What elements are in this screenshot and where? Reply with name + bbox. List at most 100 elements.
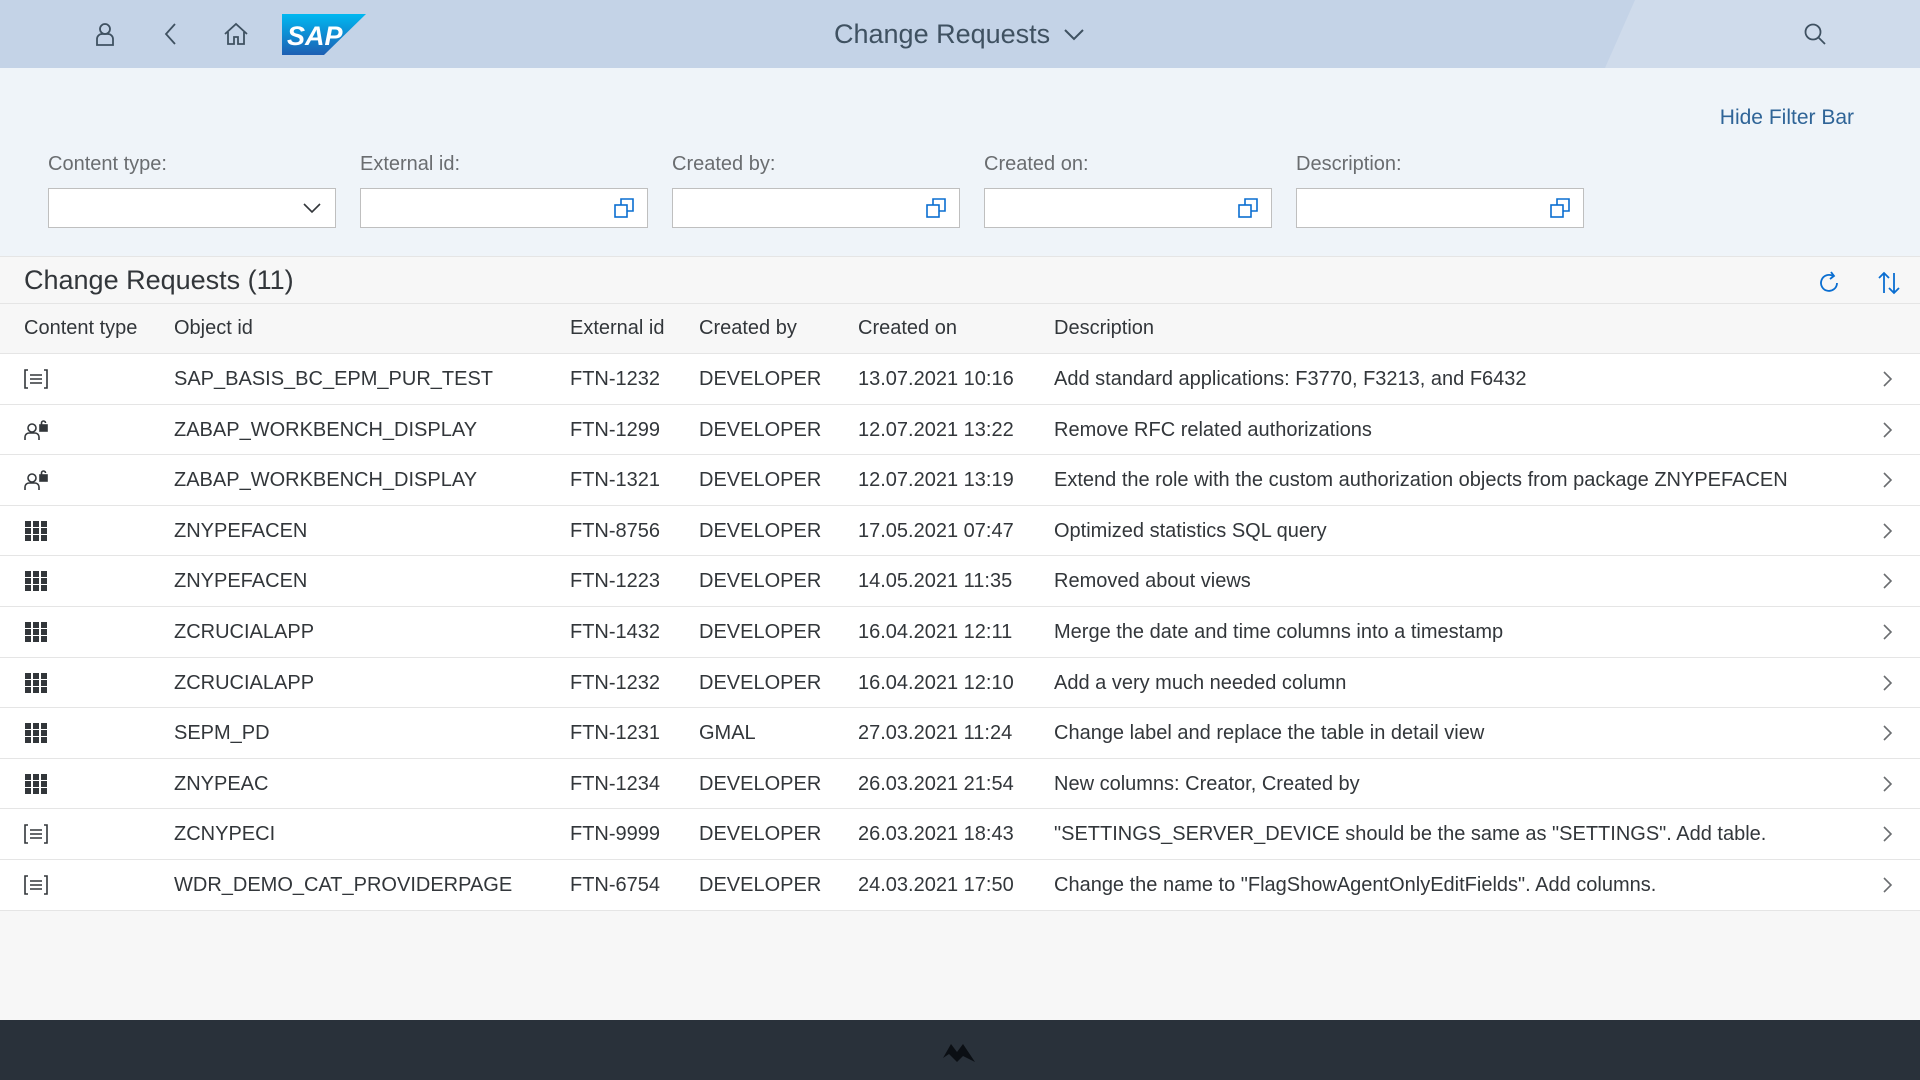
chevron-right-icon[interactable] [1878,824,1896,844]
created-on-input[interactable] [984,188,1272,228]
column-header-created-on[interactable]: Created on [858,317,957,340]
app-grid-icon [23,721,49,745]
description-cell: Removed about views [1054,570,1251,593]
description-cell: Change label and replace the table in de… [1054,722,1485,745]
object-id-cell: ZCRUCIALAPP [174,620,315,643]
object-id-cell: SAP_BASIS_BC_EPM_PUR_TEST [174,368,494,390]
chevron-right-icon[interactable] [1878,571,1896,591]
app-grid-icon [23,519,49,543]
description-cell: Add standard applications: F3770, F3213,… [1054,368,1527,390]
filter-label: Created by: [672,153,776,175]
chevron-right-icon[interactable] [1878,622,1896,642]
filter-label: Content type: [48,153,167,175]
app-title-menu[interactable]: Change Requests [834,16,1086,52]
app-grid-icon [23,671,49,695]
sap-logo[interactable]: SAP [282,14,366,55]
description-cell: "SETTINGS_SERVER_DEVICE should be the sa… [1054,823,1767,846]
column-header-external-id[interactable]: External id [570,317,665,340]
filter-content-type: Content type: [48,153,336,228]
object-id-cell: ZABAP_WORKBENCH_DISPLAY [174,418,478,441]
user-button[interactable] [85,14,125,54]
created-by-cell: DEVELOPER [699,469,822,492]
filter-label: External id: [360,153,461,175]
table-row[interactable]: ZNYPEAC FTN-1234 DEVELOPER 26.03.2021 21:54… [0,758,1920,810]
value-help-icon[interactable] [613,197,635,219]
table-row[interactable]: ZABAP_WORKBENCH_DISPLAY FTN-1299 DEVELOPER… [0,404,1920,456]
sort-icon [1878,271,1900,295]
external-id-cell: FTN-6754 [570,873,661,896]
svg-text:SAP: SAP [287,21,344,51]
value-help-icon[interactable] [925,197,947,219]
refresh-button[interactable] [1811,265,1847,301]
external-id-cell: FTN-1232 [570,671,661,694]
content-type-select[interactable] [48,188,336,228]
table-row[interactable]: ZCRUCIALAPP FTN-1232 DEVELOPER 16.04.2021 1… [0,657,1920,709]
table-title: Change Requests (11) [24,265,294,295]
sort-button[interactable] [1871,265,1907,301]
created-on-cell: 26.03.2021 18:43 [858,823,1014,846]
search-icon [1804,23,1826,45]
chevron-right-icon[interactable] [1878,875,1896,895]
column-header-created-by[interactable]: Created by [699,317,797,340]
chevron-right-icon[interactable] [1878,521,1896,541]
description-cell: Extend the role with the custom authoriz… [1054,469,1788,492]
value-help-icon[interactable] [1549,197,1571,219]
chevron-right-icon[interactable] [1878,470,1896,490]
created-by-input[interactable] [672,188,960,228]
table-row[interactable]: ZCNYPECI FTN-9999 DEVELOPER 26.03.2021 18:4… [0,809,1920,860]
table-header: Content type Object id External id Creat… [0,304,1920,354]
external-id-cell: FTN-1223 [570,570,661,593]
table-row[interactable]: SEPM_PD FTN-1231 GMAL 27.03.2021 11:24 Chang… [0,708,1920,759]
object-id-cell: ZCRUCIALAPP [174,671,315,694]
footer-logo-icon [941,1040,977,1064]
table-row[interactable]: ZNYPEFACEN FTN-8756 DEVELOPER 17.05.2021 07… [0,505,1920,557]
created-on-cell: 13.07.2021 10:16 [858,368,1014,390]
table-row[interactable]: ZNYPEFACEN FTN-1223 DEVELOPER 14.05.2021 11… [0,556,1920,607]
chevron-down-icon[interactable] [301,197,323,219]
change-requests-table: Change Requests (11) Content type Object… [0,257,1920,911]
external-id-cell: FTN-1432 [570,620,661,643]
external-id-input[interactable] [360,188,648,228]
created-on-cell: 16.04.2021 12:10 [858,671,1014,694]
refresh-icon [1820,271,1838,292]
external-id-cell: FTN-8756 [570,519,661,542]
chevron-right-icon[interactable] [1878,369,1896,389]
created-on-cell: 26.03.2021 21:54 [858,772,1014,795]
created-on-cell: 24.03.2021 17:50 [858,873,1014,896]
home-button[interactable] [216,14,256,54]
app-grid-icon [23,772,49,796]
table-toolbar: Change Requests (11) [0,257,1920,304]
created-on-cell: 16.04.2021 12:11 [858,620,1013,643]
chevron-right-icon[interactable] [1878,420,1896,440]
created-by-cell: DEVELOPER [699,519,822,542]
filter-bar: Hide Filter Bar Content type: External i… [0,68,1920,257]
user-lock-icon [23,418,49,442]
column-header-object-id[interactable]: Object id [174,317,253,340]
description-cell: Optimized statistics SQL query [1054,519,1327,542]
object-id-cell: ZNYPEAC [174,772,269,795]
description-input[interactable] [1296,188,1584,228]
description-cell: Remove RFC related authorizations [1054,418,1372,441]
value-help-icon[interactable] [1237,197,1259,219]
table-row[interactable]: WDR_DEMO_CAT_PROVIDERPAGE FTN-6754 DEVELOP… [0,859,1920,911]
app-title: Change Requests [834,18,1051,49]
table-row[interactable]: ZABAP_WORKBENCH_DISPLAY FTN-1321 DEVELOPER… [0,455,1920,506]
column-header-content-type[interactable]: Content type [24,317,137,340]
description-cell: Add a very much needed column [1054,671,1347,694]
table-row[interactable]: SAP_BASIS_BC_EPM_PUR_TEST FTN-1232 DEVELOP… [0,354,1920,405]
chevron-right-icon[interactable] [1878,774,1896,794]
table-row[interactable]: ZCRUCIALAPP FTN-1432 DEVELOPER 16.04.2021 1… [0,606,1920,658]
hide-filter-bar-link[interactable]: Hide Filter Bar [1720,106,1854,130]
column-header-description[interactable]: Description [1054,317,1154,340]
external-id-cell: FTN-1321 [570,469,661,492]
created-on-cell: 27.03.2021 11:24 [858,722,1013,745]
chevron-right-icon[interactable] [1878,673,1896,693]
user-lock-icon [23,468,49,492]
object-id-cell: SEPM_PD [174,722,270,745]
document-list-icon [23,873,49,897]
created-on-cell: 12.07.2021 13:19 [858,469,1014,492]
search-button[interactable] [1795,14,1835,54]
back-button[interactable] [151,14,191,54]
footer [0,1020,1920,1080]
chevron-right-icon[interactable] [1878,723,1896,743]
